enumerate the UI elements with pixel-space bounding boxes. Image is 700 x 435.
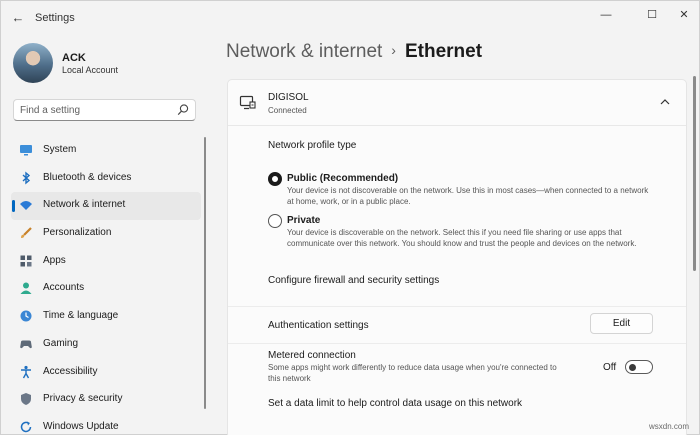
sidebar-item-label: Time & language [43, 310, 119, 322]
authentication-settings-label: Authentication settings [268, 320, 369, 331]
sidebar-item-system[interactable]: System [11, 137, 201, 165]
maximize-button[interactable]: ☐ [637, 6, 667, 24]
sidebar-nav: System Bluetooth & devices Network & int… [11, 137, 201, 435]
sidebar-item-label: System [43, 144, 77, 155]
accessibility-icon [21, 365, 31, 378]
sidebar-item-windows-update[interactable]: Windows Update [11, 414, 201, 435]
network-profile-label: Network profile type [268, 140, 357, 151]
sidebar-item-label: Privacy & security [43, 393, 123, 405]
gamepad-icon [20, 340, 32, 348]
sidebar-item-label: Windows Update [43, 420, 119, 432]
sidebar-item-label: Accounts [43, 282, 85, 294]
avatar[interactable] [13, 43, 53, 83]
search-box[interactable] [13, 99, 196, 121]
page-title: Ethernet [404, 41, 483, 62]
sidebar-item-apps[interactable]: Apps [11, 248, 201, 276]
bluetooth-icon [22, 171, 31, 185]
metered-connection-description: Some apps might work differently to redu… [268, 363, 557, 383]
update-icon [20, 421, 32, 433]
wifi-icon [20, 201, 32, 211]
public-option-title[interactable]: Public (Recommended) [287, 173, 398, 184]
sidebar-item-network[interactable]: Network & internet [11, 192, 201, 221]
user-name: ACK [62, 52, 86, 64]
settings-window: ← Settings — ☐ ✕ ACK Local Account Syste… [0, 0, 700, 435]
globe-clock-icon [20, 310, 32, 322]
sidebar-scrollbar[interactable] [204, 137, 206, 409]
metered-connection-toggle[interactable] [625, 360, 653, 374]
sidebar-item-time-language[interactable]: Time & language [11, 303, 201, 331]
sidebar-item-label: Apps [43, 254, 66, 266]
person-icon [20, 282, 32, 295]
monitor-icon [20, 145, 32, 156]
brush-icon [21, 227, 32, 239]
search-icon[interactable] [177, 103, 189, 117]
public-option-description: Your device is not discoverable on the n… [287, 186, 649, 206]
sidebar-item-label: Gaming [43, 337, 79, 349]
sidebar-item-accessibility[interactable]: Accessibility [11, 359, 201, 387]
app-title: Settings [35, 12, 75, 24]
breadcrumb-parent[interactable]: Network & internet [226, 41, 382, 62]
chevron-up-icon[interactable] [660, 98, 670, 106]
metered-toggle-state: Off [603, 362, 617, 373]
network-status: Connected [268, 106, 307, 115]
sidebar-item-privacy-security[interactable]: Privacy & security [11, 386, 201, 414]
search-input[interactable] [20, 103, 170, 118]
close-button[interactable]: ✕ [669, 6, 699, 24]
sidebar-item-label: Bluetooth & devices [43, 171, 132, 183]
sidebar-item-personalization[interactable]: Personalization [11, 220, 201, 248]
private-option-title[interactable]: Private [287, 215, 320, 226]
breadcrumb-separator: › [391, 42, 396, 58]
private-option-description: Your device is discoverable on the netwo… [287, 228, 637, 248]
divider [228, 306, 686, 307]
shield-icon [21, 393, 31, 406]
apps-icon [20, 255, 32, 267]
data-limit-link[interactable]: Set a data limit to help control data us… [268, 398, 522, 409]
sidebar-item-accounts[interactable]: Accounts [11, 275, 201, 303]
account-type: Local Account [62, 65, 119, 75]
title-bar: ← Settings — ☐ ✕ [1, 1, 699, 35]
breadcrumb: Network & internet › Ethernet [226, 41, 482, 63]
metered-connection-label: Metered connection [268, 350, 356, 361]
minimize-button[interactable]: — [591, 6, 621, 24]
edit-authentication-button[interactable]: Edit [590, 313, 653, 334]
private-radio[interactable] [268, 214, 282, 228]
network-header[interactable]: DIGISOL Connected [228, 80, 686, 126]
ethernet-icon [239, 95, 256, 110]
sidebar-item-label: Network & internet [43, 199, 126, 211]
public-radio[interactable] [268, 172, 282, 186]
toggle-knob [629, 363, 636, 371]
watermark: wsxdn.com [649, 422, 690, 431]
sidebar-item-label: Personalization [43, 227, 112, 239]
sidebar-item-label: Accessibility [43, 365, 98, 377]
firewall-settings-link[interactable]: Configure firewall and security settings [268, 275, 439, 286]
network-name: DIGISOL [268, 92, 309, 103]
sidebar-item-gaming[interactable]: Gaming [11, 331, 201, 359]
sidebar-item-bluetooth[interactable]: Bluetooth & devices [11, 165, 201, 193]
main-scrollbar[interactable] [693, 76, 696, 271]
back-button[interactable]: ← [9, 10, 27, 26]
divider [228, 343, 686, 344]
ethernet-panel: DIGISOL Connected Network profile type P… [227, 79, 687, 435]
